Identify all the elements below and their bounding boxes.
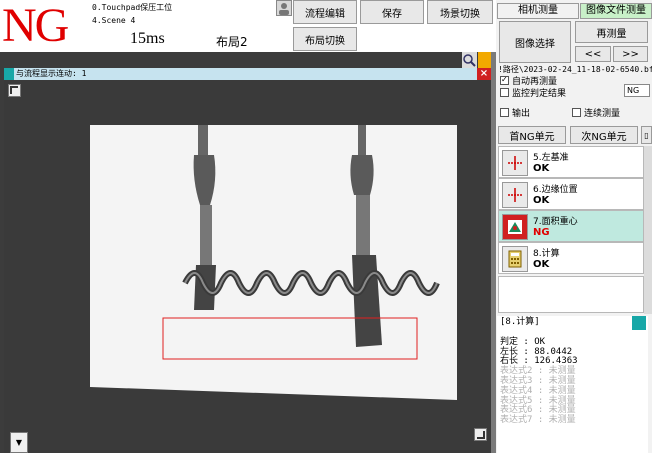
unit-list-empty-area — [498, 276, 644, 313]
area-icon — [502, 214, 528, 240]
continuous-measure-label: 连续测量 — [584, 109, 621, 119]
continuous-measure-checkbox[interactable]: 连续测量 — [572, 106, 620, 119]
corner-handle-bottom-right-icon[interactable] — [474, 428, 487, 441]
unit-status: OK — [533, 259, 550, 270]
clipboard-icon[interactable]: ▯ — [641, 126, 652, 144]
link-info-text: 与流程显示连动: 1 — [16, 69, 87, 78]
close-icon[interactable]: × — [477, 68, 491, 80]
output-label: 输出 — [512, 109, 531, 119]
list-item-unit-5[interactable]: 5.左基准 OK — [498, 146, 644, 178]
unit-name: 6.边缘位置 — [533, 185, 578, 195]
scene-label: 4.Scene 4 — [92, 16, 136, 25]
unit-list-scrollbar[interactable] — [644, 146, 652, 314]
calculator-icon — [502, 246, 528, 272]
inspection-image — [90, 125, 457, 400]
tab-image-file-measure[interactable]: 图像文件测量 — [580, 3, 652, 19]
result-line: 表达式7 : 未测量 — [500, 415, 576, 426]
info-marker-icon — [4, 68, 14, 80]
layout-label: 布局2 — [216, 35, 248, 49]
output-checkbox[interactable]: 输出 — [500, 106, 530, 119]
checkbox-unchecked-icon[interactable] — [500, 108, 509, 117]
list-item-unit-7[interactable]: 7.面积重心 NG — [498, 210, 644, 242]
monitor-value-select[interactable]: NG — [624, 84, 650, 97]
user-icon[interactable] — [276, 0, 292, 16]
warning-indicator-icon — [478, 52, 491, 68]
next-image-button[interactable]: >> — [613, 46, 648, 62]
scene-switch-button[interactable]: 场景切换 — [427, 0, 493, 24]
corner-handle-top-left-icon[interactable] — [8, 84, 21, 97]
layout-switch-button[interactable]: 布局切换 — [293, 27, 357, 51]
unit-status: OK — [533, 163, 550, 174]
checkbox-checked-icon[interactable] — [500, 76, 509, 85]
processing-time: 15ms — [130, 30, 165, 47]
unit-name: 8.计算 — [533, 249, 560, 259]
tab-camera-measure[interactable]: 相机测量 — [497, 3, 579, 19]
prev-image-button[interactable]: << — [575, 46, 611, 62]
checkbox-unchecked-icon[interactable] — [500, 88, 509, 97]
result-marker-icon — [632, 316, 646, 330]
scene-group-label: 0.Touchpad保压工位 — [92, 3, 173, 12]
first-ng-unit-button[interactable]: 首NG单元 — [498, 126, 566, 144]
checkbox-unchecked-icon[interactable] — [572, 108, 581, 117]
crosshair-icon — [502, 150, 528, 176]
list-item-unit-6[interactable]: 6.边缘位置 OK — [498, 178, 644, 210]
unit-name: 7.面积重心 — [533, 217, 578, 227]
result-detail-panel: [8.计算] 判定 : OK 左长 : 88.0442 右长 : 126.436… — [497, 316, 648, 453]
image-select-button[interactable]: 图像选择 — [499, 21, 571, 63]
result-title: [8.计算] — [500, 317, 540, 327]
monitor-result-checkbox[interactable]: 监控判定结果 — [500, 86, 566, 99]
overall-judgement: NG — [2, 0, 69, 52]
remeasure-button[interactable]: 再测量 — [575, 21, 648, 43]
monitor-result-label: 监控判定结果 — [512, 89, 567, 99]
viewer-toolbar — [0, 52, 496, 68]
next-ng-unit-button[interactable]: 次NG单元 — [570, 126, 638, 144]
list-item-unit-8[interactable]: 8.计算 OK — [498, 242, 644, 274]
zoom-search-icon[interactable] — [462, 52, 477, 68]
link-info-bar: 与流程显示连动: 1 — [4, 68, 491, 80]
unit-status: OK — [533, 195, 550, 206]
image-path: !路径\2023-02-24_11-18-02-6540.bf — [498, 65, 652, 74]
flow-edit-button[interactable]: 流程编辑 — [293, 0, 357, 24]
crosshair-icon — [502, 182, 528, 208]
unit-name: 5.左基准 — [533, 153, 569, 163]
save-button[interactable]: 保存 — [360, 0, 424, 24]
unit-status: NG — [533, 227, 550, 238]
dropdown-arrow-icon[interactable]: ▼ — [10, 432, 28, 453]
